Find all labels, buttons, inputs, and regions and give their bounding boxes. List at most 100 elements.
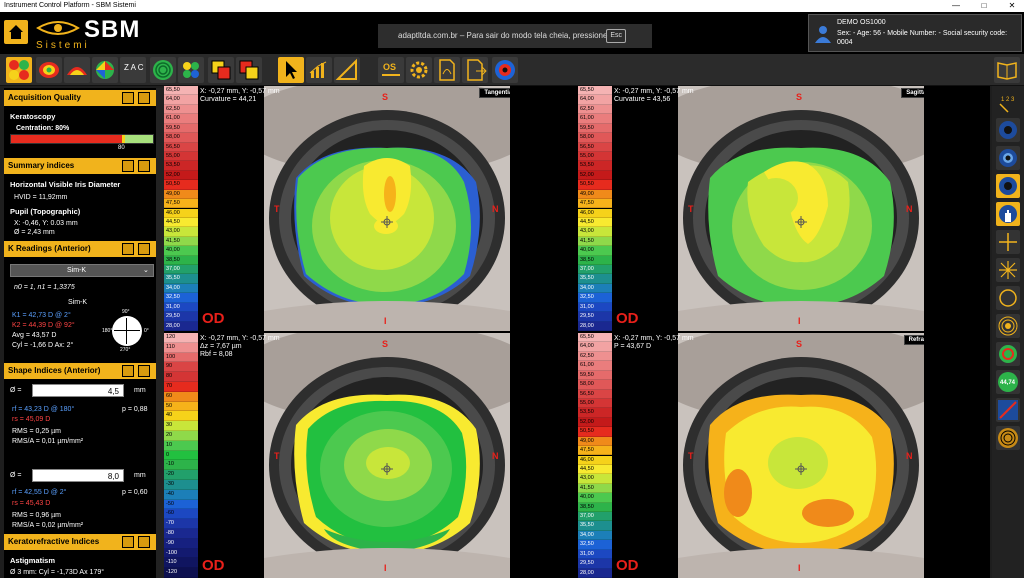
color-scale: 65,50 64,00 62,50 61,00 59,50 58,00 56,50 55,00… xyxy=(578,86,612,331)
scale-cell: 34,00 xyxy=(164,283,198,294)
k-readings-header[interactable]: K Readings (Anterior) xyxy=(4,241,156,257)
svg-text:Z A C: Z A C xyxy=(124,63,144,72)
diameter1-input[interactable]: 4,5 xyxy=(32,384,124,397)
inferior-label: I xyxy=(384,563,387,573)
view-eye-2-button[interactable] xyxy=(996,146,1020,170)
simk-label: Sim-K xyxy=(68,299,88,306)
radial-lines-button[interactable] xyxy=(996,258,1020,282)
close-button[interactable]: ✕ xyxy=(1000,0,1024,12)
scale-cell: 34,00 xyxy=(578,283,612,294)
info-book-button[interactable] xyxy=(138,243,150,255)
pdf-export-button[interactable] xyxy=(434,57,460,83)
diameter2-input[interactable]: 8,0 xyxy=(32,469,124,482)
refractive-map-panel[interactable]: 65,50 64,00 62,50 61,00 59,50 58,00 56,50 55,00… xyxy=(578,333,990,578)
shape-indices-header[interactable]: Shape Indices (Anterior) xyxy=(4,363,156,379)
hand-tool-button[interactable] xyxy=(996,202,1020,226)
keratorefractive-header[interactable]: Keratorefractive Indices xyxy=(4,534,156,550)
scale-cell: 41,50 xyxy=(578,483,612,494)
map-zone xyxy=(374,218,398,234)
view-eye-3-button[interactable] xyxy=(996,174,1020,198)
scale-cell: 31,00 xyxy=(578,302,612,313)
collapse-button[interactable] xyxy=(122,92,134,104)
collapse-button[interactable] xyxy=(122,365,134,377)
minimize-button[interactable]: — xyxy=(944,0,968,12)
rings-overlay-button[interactable] xyxy=(996,314,1020,338)
readout-line: X: -0,27 mm, Y: -0,57 mm xyxy=(614,335,694,342)
report-book-button[interactable] xyxy=(994,57,1020,83)
eye-side-label: OD xyxy=(616,310,639,327)
numbering-button[interactable]: 1 2 3 xyxy=(996,90,1020,114)
settings-button[interactable] xyxy=(406,57,432,83)
home-button[interactable] xyxy=(4,20,28,44)
panel-scrollbar[interactable] xyxy=(156,88,164,578)
pupil-overlay-button[interactable] xyxy=(996,342,1020,366)
scale-cell: 59,50 xyxy=(578,370,612,381)
scale-cell: -90 xyxy=(164,538,198,549)
scale-cell: 61,00 xyxy=(578,361,612,371)
crosshair-button[interactable] xyxy=(996,230,1020,254)
compare-button[interactable] xyxy=(178,57,204,83)
scale-cell: 37,00 xyxy=(578,512,612,522)
superior-label: S xyxy=(796,339,803,349)
hvid-value: HVID = 11,92mm xyxy=(14,194,68,201)
readout-line: P = 43,67 D xyxy=(614,343,652,350)
simk-select[interactable]: Sim-K ⌄ xyxy=(10,264,154,277)
nasal-label: N xyxy=(906,204,913,214)
map-right-background xyxy=(924,333,990,578)
info-book-button[interactable] xyxy=(138,160,150,172)
scale-cell: -110 xyxy=(164,558,198,569)
summary-indices-header[interactable]: Summary indices xyxy=(4,158,156,174)
eye-scan-icon xyxy=(495,60,515,80)
subtract-map-button[interactable] xyxy=(236,57,262,83)
scale-cell: 38,50 xyxy=(578,502,612,513)
scale-cell: 10 xyxy=(164,440,198,451)
multi-map-button[interactable] xyxy=(6,57,32,83)
scale-cell: 47,50 xyxy=(164,199,198,209)
svg-text:OS: OS xyxy=(383,62,396,72)
eye-photo xyxy=(264,333,510,578)
circle-tool-button[interactable] xyxy=(996,286,1020,310)
value-badge-button[interactable]: 44,74 xyxy=(996,370,1020,394)
view-eye-1-button[interactable] xyxy=(996,118,1020,142)
diameter1-unit: mm xyxy=(134,387,146,394)
cursor-readout: X: -0,27 mm, Y: -0,57 mm Δz = 7,67 µm Rbf … xyxy=(200,335,280,359)
patient-card[interactable]: DEMO OS1000 Sex: - Age: 56 - Mobile Numb… xyxy=(808,14,1022,52)
os-switch-button[interactable]: OS xyxy=(378,57,404,83)
info-book-button[interactable] xyxy=(138,365,150,377)
scale-cell: 53,50 xyxy=(578,408,612,418)
measure-button[interactable] xyxy=(334,57,360,83)
acquisition-quality-header[interactable]: Acquisition Quality xyxy=(4,90,156,106)
acquisition-button[interactable] xyxy=(492,57,518,83)
placido-overlay-button[interactable] xyxy=(996,426,1020,450)
zernike-button[interactable]: Z A C xyxy=(120,57,146,83)
eye-icon xyxy=(999,177,1017,195)
axis-line-button[interactable] xyxy=(996,398,1020,422)
export-button[interactable] xyxy=(462,57,488,83)
single-map-button[interactable] xyxy=(36,57,62,83)
readout-line: Curvature = 43,56 xyxy=(614,96,671,103)
info-book-button[interactable] xyxy=(138,536,150,548)
eye-side-label: OD xyxy=(202,310,225,327)
elevation-map-panel[interactable]: 120 110 100 90 80 70 60 50 40 30 20 10 0 -10 -20 -30 -40… xyxy=(164,333,576,578)
scale-cell: 28,00 xyxy=(578,321,612,331)
scale-cell: 49,00 xyxy=(578,189,612,200)
tangential-map-panel[interactable]: 65,50 64,00 62,50 61,00 59,50 58,00 56,50 55,00… xyxy=(164,86,576,331)
profile-view-button[interactable] xyxy=(64,57,90,83)
placido-button[interactable] xyxy=(150,57,176,83)
pointer-tool-button[interactable] xyxy=(278,57,304,83)
temporal-label: T xyxy=(274,451,280,461)
sagittal-map-panel[interactable]: 65,50 64,00 62,50 61,00 59,50 58,00 56,50 55,00… xyxy=(578,86,990,331)
maximize-button[interactable]: □ xyxy=(972,0,996,12)
eye-icon xyxy=(999,149,1017,167)
3d-view-button[interactable] xyxy=(92,57,118,83)
axis-180-label: 180° xyxy=(102,328,113,334)
collapse-button[interactable] xyxy=(122,243,134,255)
chart-button[interactable] xyxy=(306,57,332,83)
difference-map-button[interactable] xyxy=(208,57,234,83)
collapse-button[interactable] xyxy=(122,536,134,548)
k-cylinder: Cyl = -1,66 D Ax: 2° xyxy=(12,342,74,349)
scale-cell: 29,50 xyxy=(578,559,612,569)
scale-cell: 34,00 xyxy=(578,530,612,541)
collapse-button[interactable] xyxy=(122,160,134,172)
info-book-button[interactable] xyxy=(138,92,150,104)
